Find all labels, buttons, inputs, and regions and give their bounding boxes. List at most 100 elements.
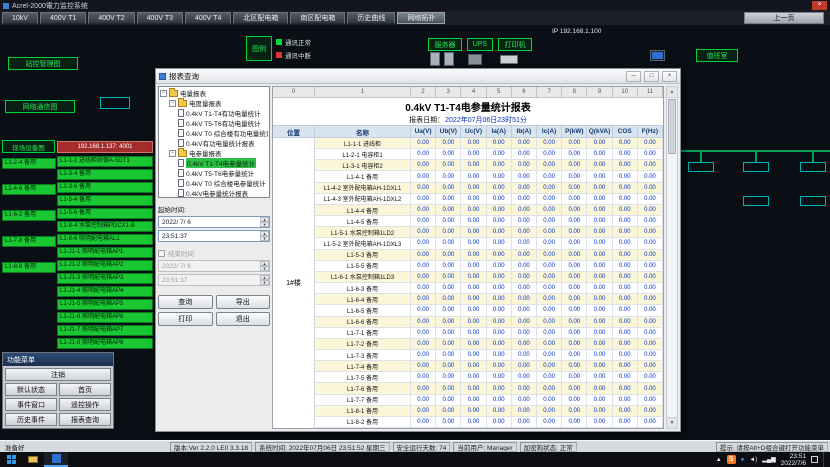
scroll-up-icon[interactable]: ▲	[667, 87, 677, 98]
tree-group-parameter[interactable]: − 电参量报表	[160, 148, 268, 158]
file-explorer-icon[interactable]	[22, 452, 44, 467]
value-cell: 0.00	[537, 417, 562, 427]
spare-device-item[interactable]: L1-8-8 备用	[2, 262, 56, 273]
nav-field-device-diagram[interactable]: 现场设备图	[2, 140, 55, 153]
device-status-item[interactable]: L1-J1-6 照明配电箱AP6	[57, 312, 153, 323]
prev-page-button[interactable]: 上一页	[744, 12, 824, 24]
tree-item[interactable]: 0.4kV T0 综合楼有功电量统计	[160, 128, 268, 138]
show-desktop-strip[interactable]	[823, 452, 827, 467]
table-row: L1-7-5 备用 0.000.000.000.000.000.000.000.…	[315, 372, 663, 383]
page-tab[interactable]: 南区配电箱	[290, 12, 345, 24]
device-status-item[interactable]: L1-J1-7 照明配电箱AP7	[57, 325, 153, 336]
device-status-item[interactable]: L1-J1-3 照明配电箱AP3	[57, 273, 153, 284]
device-status-item[interactable]: L1-J1-5 照明配电箱AP5	[57, 299, 153, 310]
tree-item[interactable]: 0.4kV T0 综合楼电参量统计	[160, 178, 268, 188]
volume-icon[interactable]: ◄)	[749, 457, 757, 463]
dialog-action-button[interactable]: 导出	[216, 295, 271, 309]
device-status-item[interactable]: L1-J1-4 照明配电箱AP4	[57, 286, 153, 297]
function-menu-button[interactable]: 历史事件	[5, 413, 57, 426]
function-menu-button[interactable]: 报表查询	[59, 413, 111, 426]
page-tabbar: 10kV400V T1400V T2400V T3400V T4北区配电箱南区配…	[0, 11, 830, 25]
network-node	[800, 162, 826, 172]
page-tab[interactable]: 400V T2	[88, 12, 134, 24]
nav-network-comm-diagram[interactable]: 网络通信图	[5, 100, 75, 113]
function-menu-button[interactable]: 首页	[59, 383, 111, 396]
value-cell: 0.00	[487, 138, 512, 148]
device-status-item[interactable]: L1-8-6 照明配电箱AL1	[57, 234, 153, 245]
tree-collapse-icon[interactable]: −	[169, 150, 176, 157]
active-app-icon[interactable]	[44, 452, 68, 467]
dialog-minimize-button[interactable]: ─	[626, 71, 641, 82]
tray-caret-icon[interactable]: ▲	[716, 457, 722, 463]
device-status-item[interactable]: L1-1-1 进线柜综保A-5DT1	[57, 156, 153, 167]
device-status-item[interactable]: L1-3-6 备用	[57, 182, 153, 193]
tree-root[interactable]: − 电量报表	[160, 88, 268, 98]
row-value-cells: 0.000.000.000.000.000.000.000.000.000.00	[411, 328, 663, 338]
page-tab[interactable]: 400V T4	[185, 12, 231, 24]
tree-collapse-icon[interactable]: −	[169, 100, 176, 107]
start-date-field[interactable]: 2022/ 7/ 6 ▲▼	[158, 216, 270, 228]
tree-item[interactable]: 0.4kV有功电量统计报表	[160, 138, 268, 148]
spare-device-item[interactable]: L1-6-2 备用	[2, 210, 56, 221]
nav-station-control-diagram[interactable]: 站控管理图	[8, 57, 78, 70]
dialog-close-button[interactable]: ×	[662, 71, 677, 82]
dialog-action-button[interactable]: 退出	[216, 312, 271, 326]
spare-device-item[interactable]: L1-7-8 备用	[2, 236, 56, 247]
page-tab[interactable]: 历史曲线	[347, 12, 395, 24]
start-time-value: 23:51:37	[162, 233, 187, 240]
tree-item[interactable]: 0.4kV T1-T4电参量统计	[160, 158, 268, 168]
row-value-cells: 0.000.000.000.000.000.000.000.000.000.00	[411, 149, 663, 159]
start-button[interactable]	[0, 452, 22, 467]
device-status-item[interactable]: L1-5-4 备用	[57, 195, 153, 206]
spinner-down-icon[interactable]: ▼	[260, 222, 269, 227]
function-menu-button[interactable]: 遥控操作	[59, 398, 111, 411]
scroll-down-icon[interactable]: ▼	[667, 417, 677, 428]
dialog-action-button[interactable]: 打印	[158, 312, 213, 326]
page-tab[interactable]: 400V T1	[40, 12, 86, 24]
spinner-down-icon[interactable]: ▼	[260, 236, 269, 241]
table-row: L1-5-5 备用 0.000.000.000.000.000.000.000.…	[315, 261, 663, 272]
tree-collapse-icon[interactable]: −	[160, 90, 167, 97]
action-center-icon[interactable]	[811, 456, 818, 463]
vertical-scrollbar[interactable]: ▲ ▼	[666, 86, 678, 429]
dialog-action-button[interactable]: 查询	[158, 295, 213, 309]
value-cell: 0.00	[461, 383, 486, 393]
tree-item[interactable]: 0.4kV T5-T6有功电量统计	[160, 118, 268, 128]
page-tab[interactable]: 网络拓扑	[397, 12, 445, 24]
value-cell: 0.00	[638, 160, 663, 170]
tree-item[interactable]: 0.4kV电参量统计报表	[160, 188, 268, 198]
page-tab[interactable]: 北区配电箱	[233, 12, 288, 24]
logout-button[interactable]: 注销	[5, 368, 111, 381]
device-status-item[interactable]: L1-8-4 水泵控制箱PDCX1-B	[57, 221, 153, 232]
page-tab[interactable]: 400V T3	[137, 12, 183, 24]
taskbar-clock[interactable]: 23:51 2022/7/6	[781, 453, 806, 467]
tree-item[interactable]: 0.4kV T5-T6电参量统计	[160, 168, 268, 178]
tree-group-energy[interactable]: − 电度量报表	[160, 98, 268, 108]
dialog-maximize-button[interactable]: □	[644, 71, 659, 82]
scrollbar-thumb[interactable]	[668, 99, 676, 154]
end-time-checkbox[interactable]	[158, 250, 165, 257]
network-icon[interactable]: ▂▄▆	[762, 456, 775, 463]
sogou-input-icon[interactable]: S	[727, 455, 736, 464]
device-status-item[interactable]: L1-J1-8 照明配电箱AP8	[57, 338, 153, 349]
device-status-item[interactable]: L1-J1-2 照明配电箱AP2	[57, 260, 153, 271]
value-cell: 0.00	[487, 238, 512, 248]
window-close-button[interactable]: ×	[812, 1, 827, 10]
tray-app-icon[interactable]: ●	[741, 457, 745, 463]
dialog-titlebar[interactable]: 报表查询 ─ □ ×	[156, 69, 680, 84]
page-tab[interactable]: 10kV	[2, 12, 38, 24]
device-status-item[interactable]: L1-5-6 备用	[57, 208, 153, 219]
value-cell: 0.00	[436, 138, 461, 148]
spare-device-item[interactable]: L1-4-6 备用	[2, 184, 56, 195]
device-status-item[interactable]: L1-3-4 备用	[57, 169, 153, 180]
start-time-field[interactable]: 23:51:37 ▲▼	[158, 230, 270, 242]
folder-icon	[178, 100, 187, 107]
tree-item[interactable]: 0.4kV T1-T4有功电量统计	[160, 108, 268, 118]
function-menu-button[interactable]: 事件窗口	[5, 398, 57, 411]
time-spinner[interactable]: ▲▼	[260, 231, 269, 241]
server-label: 服务器	[428, 38, 462, 51]
date-spinner[interactable]: ▲▼	[260, 217, 269, 227]
device-status-item[interactable]: L1-J1-1 照明配电箱AP1	[57, 247, 153, 258]
function-menu-button[interactable]: 默认状态	[5, 383, 57, 396]
spare-device-item[interactable]: L1-2-4 备用	[2, 158, 56, 169]
